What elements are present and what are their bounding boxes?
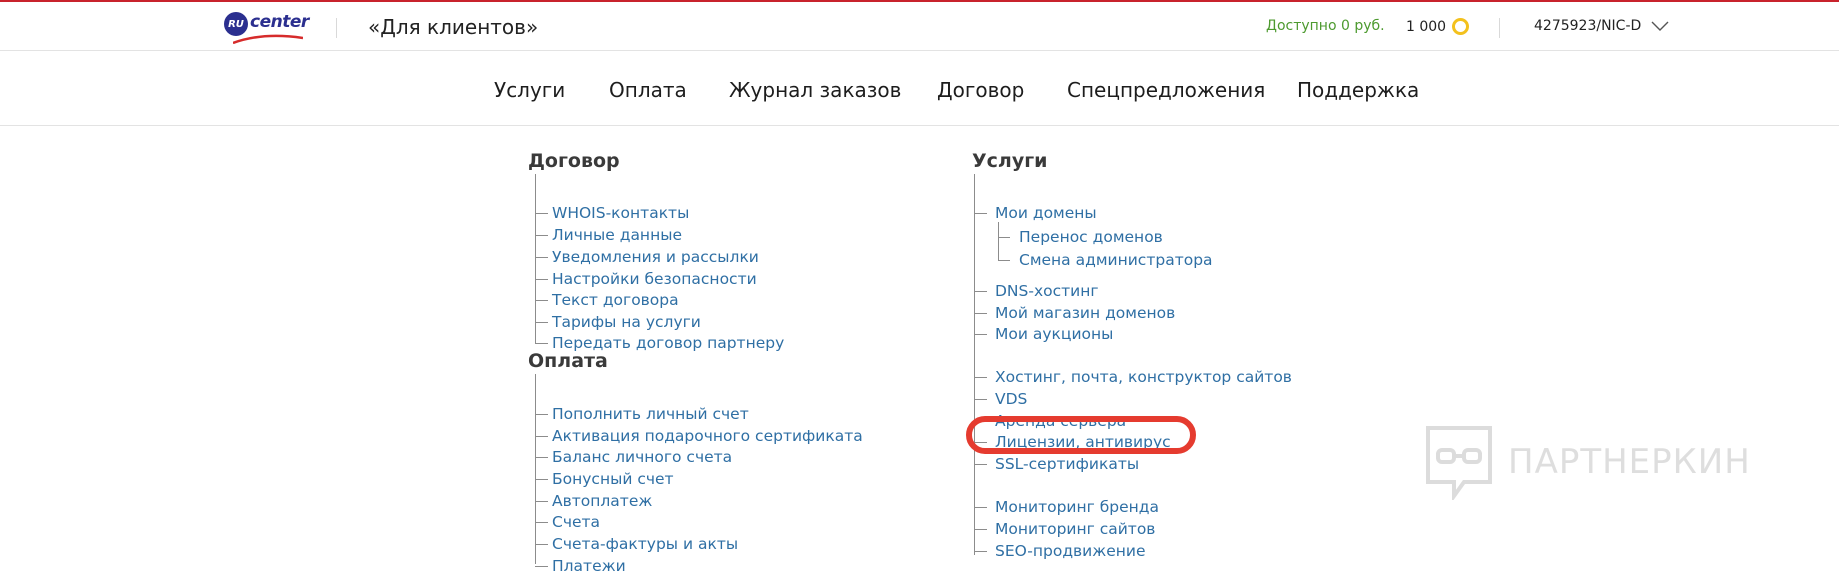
payment-item-bonus[interactable]: Бонусный счет (552, 468, 674, 490)
contract-item-tariffs[interactable]: Тарифы на услуги (552, 311, 701, 333)
bonus-coin-icon (1452, 18, 1470, 35)
payment-item-topup[interactable]: Пополнить личный счет (552, 403, 749, 425)
nav-special-offers[interactable]: Спецпредложения (1067, 78, 1265, 102)
tree-branch (998, 237, 1010, 238)
contract-item-text[interactable]: Текст договора (552, 289, 679, 311)
subtree-line (998, 222, 999, 260)
services-item-change-admin[interactable]: Смена администратора (1019, 249, 1213, 271)
tree-branch (535, 343, 548, 344)
chevron-down-icon (1651, 21, 1669, 31)
tree-branch (974, 334, 987, 335)
payment-section-title: Оплата (528, 350, 608, 372)
tree-branch (535, 436, 548, 437)
contract-item-security[interactable]: Настройки безопасности (552, 268, 757, 290)
contract-item-whois[interactable]: WHOIS-контакты (552, 202, 689, 224)
tree-branch (974, 377, 987, 378)
nav-order-log[interactable]: Журнал заказов (729, 78, 901, 102)
logo-badge: RU (224, 12, 248, 36)
header-divider (1499, 18, 1500, 38)
tree-line (535, 374, 536, 564)
contract-section-title: Договор (528, 150, 620, 172)
logo-word: center (250, 12, 309, 32)
main-nav: Услуги Оплата Журнал заказов Договор Спе… (0, 51, 1839, 126)
nav-support[interactable]: Поддержка (1297, 78, 1419, 102)
tree-branch (535, 501, 548, 502)
contract-item-notifications[interactable]: Уведомления и рассылки (552, 246, 759, 268)
tree-branch (535, 457, 548, 458)
tree-branch (535, 522, 548, 523)
services-item-vds[interactable]: VDS (995, 388, 1027, 410)
tree-branch (535, 479, 548, 480)
tree-branch (974, 464, 987, 465)
tree-branch (535, 414, 548, 415)
payment-item-payments[interactable]: Платежи (552, 555, 626, 577)
section-title: «Для клиентов» (368, 15, 539, 39)
ssl-highlight-annotation (966, 416, 1196, 454)
watermark-logo-icon (1426, 426, 1492, 500)
services-item-my-domains[interactable]: Мои домены (995, 202, 1097, 224)
services-item-seo[interactable]: SEO-продвижение (995, 540, 1145, 562)
tree-branch (535, 544, 548, 545)
watermark-text: ПАРТНЕРКИН (1508, 442, 1751, 482)
nav-contract[interactable]: Договор (937, 78, 1024, 102)
services-item-auctions[interactable]: Мои аукционы (995, 323, 1113, 345)
account-menu[interactable]: 4275923/NIC-D (1534, 18, 1669, 34)
services-item-dns-hosting[interactable]: DNS-хостинг (995, 280, 1099, 302)
tree-branch (974, 313, 987, 314)
services-item-domain-shop[interactable]: Мой магазин доменов (995, 302, 1175, 324)
payment-column: Оплата Пополнить личный счет Активация п… (528, 348, 888, 575)
services-item-ssl[interactable]: SSL-сертификаты (995, 453, 1139, 475)
nav-payment[interactable]: Оплата (609, 78, 687, 102)
services-column: Услуги Мои домены Перенос доменов Смена … (972, 148, 1392, 560)
tree-branch (535, 213, 548, 214)
payment-item-invoices[interactable]: Счета (552, 511, 600, 533)
balance-text[interactable]: Доступно 0 руб. (1266, 18, 1385, 34)
tree-branch (535, 279, 548, 280)
tree-branch (974, 291, 987, 292)
tree-branch (974, 551, 987, 552)
tree-branch (535, 566, 548, 567)
services-item-brand-monitoring[interactable]: Мониторинг бренда (995, 496, 1159, 518)
watermark: ПАРТНЕРКИН (1424, 424, 1751, 500)
ru-center-logo[interactable]: RU center (223, 9, 313, 47)
bonus-amount: 1 000 (1406, 18, 1447, 35)
tree-line (535, 174, 536, 343)
tree-branch (974, 213, 987, 214)
services-item-site-monitoring[interactable]: Мониторинг сайтов (995, 518, 1155, 540)
tree-branch (535, 235, 548, 236)
payment-item-acts[interactable]: Счета-фактуры и акты (552, 533, 738, 555)
top-header: RU center «Для клиентов» Доступно 0 руб.… (0, 2, 1839, 51)
tree-branch (974, 507, 987, 508)
tree-line (974, 174, 975, 555)
payment-item-autopay[interactable]: Автоплатеж (552, 490, 652, 512)
services-item-domain-transfer[interactable]: Перенос доменов (1019, 226, 1163, 248)
tree-branch (535, 257, 548, 258)
tree-branch (974, 399, 987, 400)
bonus-balance[interactable]: 1 000 (1406, 18, 1470, 35)
services-section-title: Услуги (972, 150, 1048, 172)
tree-branch (998, 260, 1010, 261)
account-id: 4275923/NIC-D (1534, 18, 1642, 34)
tree-branch (974, 529, 987, 530)
services-item-hosting[interactable]: Хостинг, почта, конструктор сайтов (995, 366, 1292, 388)
contract-item-personal-data[interactable]: Личные данные (552, 224, 682, 246)
tree-branch (535, 300, 548, 301)
payment-item-balance[interactable]: Баланс личного счета (552, 446, 732, 468)
payment-item-gift-certificate[interactable]: Активация подарочного сертификата (552, 425, 863, 447)
logo-swoosh-icon (233, 34, 303, 44)
nav-services[interactable]: Услуги (494, 78, 565, 102)
tree-branch (535, 322, 548, 323)
header-divider (336, 18, 337, 38)
